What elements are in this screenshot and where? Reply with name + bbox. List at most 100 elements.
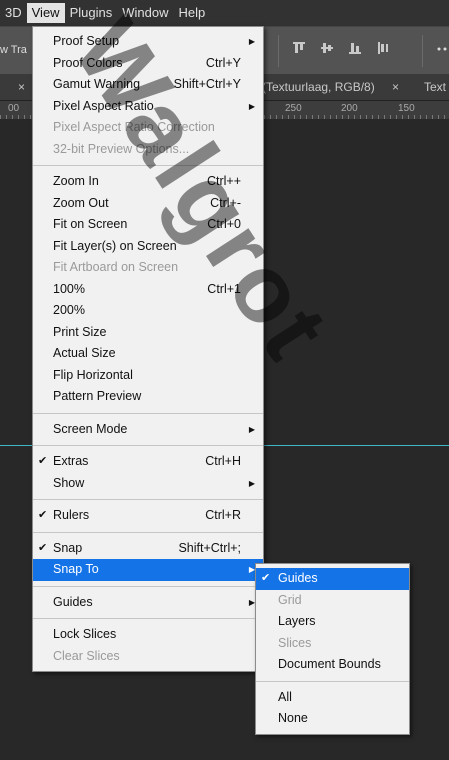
view-menu-item-fit-artboard-on-screen: Fit Artboard on Screen	[33, 257, 263, 279]
tab-document-close-icon[interactable]: ×	[392, 80, 399, 94]
menu-item-label: Fit Layer(s) on Screen	[53, 238, 177, 253]
menu-divider	[33, 412, 263, 414]
view-menu-item-rulers[interactable]: ✔ Rulers Ctrl+R	[33, 505, 263, 527]
snap-to-item-document-bounds[interactable]: Document Bounds	[256, 654, 409, 676]
menu-divider	[33, 618, 263, 619]
align-left-icon[interactable]	[376, 41, 390, 58]
view-menu-item-fit-layer-s-on-screen[interactable]: Fit Layer(s) on Screen	[33, 236, 263, 258]
checkmark-icon: ✔	[38, 509, 48, 521]
menu-item-label: Document Bounds	[278, 657, 381, 671]
menu-item-label: Guides	[53, 594, 93, 609]
snap-to-item-guides[interactable]: ✔ Guides	[256, 568, 409, 590]
align-top-icon[interactable]	[292, 41, 306, 58]
menu-item-label: 32-bit Preview Options...	[53, 141, 190, 156]
ruler-label: 00	[8, 103, 20, 114]
view-menu-item-pixel-aspect-ratio-correction: Pixel Aspect Ratio Correction	[33, 117, 263, 139]
tab-partial[interactable]: Text	[424, 80, 446, 94]
snap-to-item-grid: Grid	[256, 590, 409, 612]
menu-divider	[33, 585, 263, 587]
view-menu-item-200[interactable]: 200%	[33, 300, 263, 322]
view-menu-item-zoom-out[interactable]: Zoom Out Ctrl+-	[33, 193, 263, 215]
menu-item-label: Guides	[278, 571, 318, 585]
view-menu-item-actual-size[interactable]: Actual Size	[33, 343, 263, 365]
menu-item-shortcut: Shift+Ctrl+Y	[173, 77, 241, 91]
menu-item-label: Extras	[53, 454, 89, 468]
menu-item-label: 200%	[53, 303, 85, 317]
menu-item-shortcut: Shift+Ctrl+;	[178, 540, 241, 555]
view-menu-item-pixel-aspect-ratio[interactable]: Pixel Aspect Ratio ▶	[33, 96, 263, 118]
menu-help[interactable]: Help	[173, 3, 210, 23]
view-menu-item-fit-on-screen[interactable]: Fit on Screen Ctrl+0	[33, 214, 263, 236]
ruler-label: 200	[341, 103, 358, 114]
submenu-arrow-icon: ▶	[248, 101, 255, 111]
menu-item-label: Fit on Screen	[53, 217, 128, 231]
menu-item-label: All	[278, 689, 292, 704]
menu-item-shortcut: Ctrl+0	[207, 217, 241, 231]
menu-item-label: Pixel Aspect Ratio Correction	[53, 120, 215, 134]
view-menu-item-flip-horizontal[interactable]: Flip Horizontal	[33, 365, 263, 387]
menu-item-label: Screen Mode	[53, 421, 128, 436]
menu-item-shortcut: Ctrl+R	[205, 508, 241, 522]
options-partial-label: w Tra	[0, 44, 27, 56]
align-bottom-icon[interactable]	[348, 41, 362, 58]
view-menu-item-lock-slices[interactable]: Lock Slices	[33, 624, 263, 646]
view-menu-item-extras[interactable]: ✔ Extras Ctrl+H	[33, 451, 263, 473]
view-menu-item-gamut-warning[interactable]: Gamut Warning Shift+Ctrl+Y	[33, 74, 263, 96]
view-menu-item-show[interactable]: Show ▶	[33, 473, 263, 495]
menu-window[interactable]: Window	[117, 3, 173, 23]
menu-item-label: Pixel Aspect Ratio	[53, 98, 154, 113]
snap-to-submenu: ✔ Guides Grid Layers Slices Document Bounds Al…	[255, 563, 410, 735]
menu-item-label: Rulers	[53, 508, 90, 522]
view-menu-item-snap[interactable]: ✔ Snap Shift+Ctrl+;	[33, 538, 263, 560]
snap-to-item-none[interactable]: None	[256, 708, 409, 730]
submenu-arrow-icon: ▶	[248, 478, 255, 488]
menu-item-label: Actual Size	[53, 346, 116, 360]
menu-item-label: Zoom In	[53, 174, 99, 188]
menu-item-label: Fit Artboard on Screen	[53, 260, 179, 274]
menu-divider	[33, 165, 263, 166]
menu-item-label: Gamut Warning	[53, 77, 141, 91]
menu-item-label: Proof Setup	[53, 34, 120, 48]
menu-item-label: Snap	[53, 540, 83, 555]
view-menu-item-guides[interactable]: Guides ▶	[33, 592, 263, 614]
view-menu: Proof Setup ▶ Proof Colors Ctrl+Y Gamut Warn…	[32, 26, 264, 672]
view-menu-item-print-size[interactable]: Print Size	[33, 322, 263, 344]
view-menu-item-32-bit-preview-options: 32-bit Preview Options...	[33, 139, 263, 161]
menu-item-label: Show	[53, 475, 85, 490]
menu-item-shortcut: Ctrl+1	[207, 281, 241, 296]
view-menu-item-pattern-preview[interactable]: Pattern Preview	[33, 386, 263, 408]
menu-3d[interactable]: 3D	[0, 3, 27, 23]
more-options-icon[interactable]	[436, 41, 448, 58]
menu-item-shortcut: Ctrl++	[206, 174, 241, 188]
ruler-label: 150	[398, 103, 415, 114]
menu-item-label: None	[278, 711, 308, 725]
tab-document[interactable]: (Textuurlaag, RGB/8)	[262, 80, 375, 94]
menu-divider	[33, 445, 263, 446]
menu-item-label: Pattern Preview	[53, 389, 142, 403]
align-vcenter-icon[interactable]	[320, 41, 334, 58]
menu-bar: 3D View Plugins Window Help	[0, 0, 449, 26]
menu-plugins[interactable]: Plugins	[65, 3, 118, 23]
view-menu-item-zoom-in[interactable]: Zoom In Ctrl++	[33, 171, 263, 193]
view-menu-item-snap-to[interactable]: Snap To ▶	[33, 559, 263, 581]
menu-divider	[256, 680, 409, 682]
menu-item-shortcut: Ctrl+-	[210, 195, 241, 210]
menu-item-label: Snap To	[53, 562, 99, 576]
tab-close-icon[interactable]: ×	[18, 80, 25, 94]
menu-view[interactable]: View	[26, 3, 65, 23]
menu-item-shortcut: Ctrl+H	[205, 454, 241, 468]
view-menu-item-screen-mode[interactable]: Screen Mode ▶	[33, 419, 263, 441]
menu-item-label: Grid	[278, 592, 302, 607]
view-menu-item-proof-setup[interactable]: Proof Setup ▶	[33, 31, 263, 53]
menu-item-label: Zoom Out	[53, 195, 109, 210]
view-menu-item-clear-slices: Clear Slices	[33, 646, 263, 668]
snap-to-item-all[interactable]: All	[256, 687, 409, 709]
checkmark-icon: ✔	[38, 455, 48, 467]
align-group	[292, 41, 390, 58]
options-separator	[278, 35, 279, 67]
view-menu-item-100[interactable]: 100% Ctrl+1	[33, 279, 263, 301]
snap-to-item-layers[interactable]: Layers	[256, 611, 409, 633]
menu-item-label: Clear Slices	[53, 648, 120, 663]
view-menu-item-proof-colors[interactable]: Proof Colors Ctrl+Y	[33, 53, 263, 75]
ruler-label: 250	[285, 103, 302, 114]
